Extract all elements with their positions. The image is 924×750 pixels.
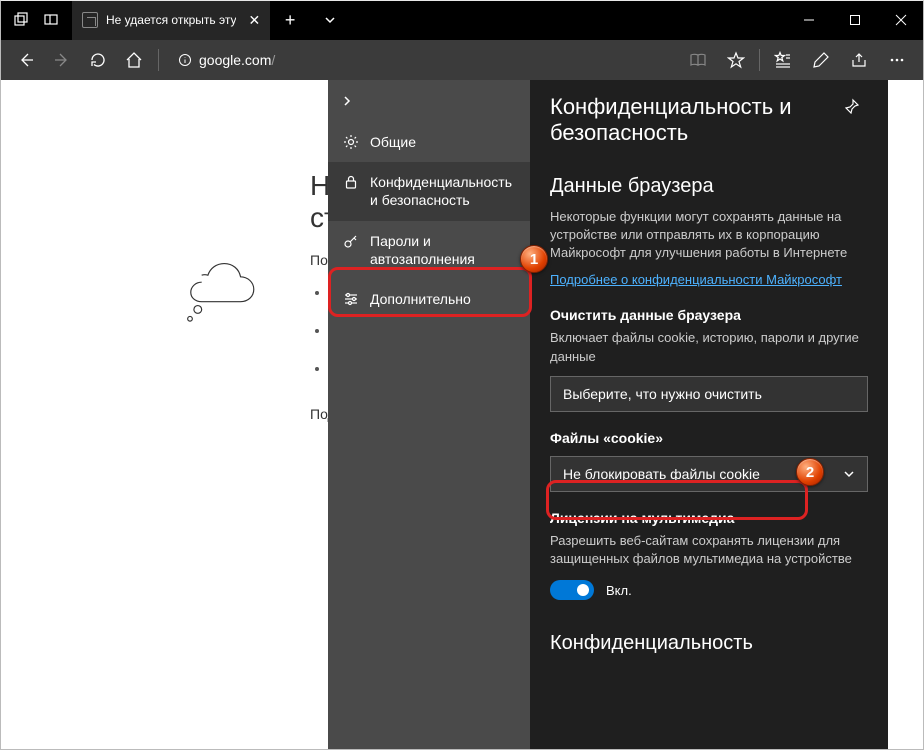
address-right <box>679 42 916 78</box>
settings-nav-privacy[interactable]: Конфиденциальность и безопасность <box>328 162 530 220</box>
settings-nav-label: Конфиденциальность и безопасность <box>370 173 518 209</box>
favorite-button[interactable] <box>717 42 755 78</box>
media-toggle[interactable]: Вкл. <box>550 580 868 600</box>
tab-close-button[interactable]: ✕ <box>248 12 260 29</box>
new-tab-button[interactable]: + <box>270 0 310 40</box>
minimize-button[interactable] <box>786 0 832 40</box>
url-path: / <box>271 52 275 68</box>
gear-icon <box>340 134 362 150</box>
tab-title: Не удается открыть эту <box>106 13 236 27</box>
page-error-icon <box>82 12 98 28</box>
media-text: Разрешить веб-сайтам сохранять лицензии … <box>550 532 868 568</box>
home-button[interactable] <box>116 42 152 78</box>
settings-nav-general[interactable]: Общие <box>328 122 530 162</box>
site-info-icon[interactable] <box>171 53 199 67</box>
clear-data-heading: Очистить данные браузера <box>550 307 868 323</box>
browser-data-text: Некоторые функции могут сохранять данные… <box>550 208 868 263</box>
toggle-label: Вкл. <box>606 583 632 598</box>
browser-data-heading: Данные браузера <box>550 175 868 198</box>
window-cascade-icon[interactable] <box>36 5 66 35</box>
url-input[interactable]: google.com/ <box>171 46 673 74</box>
favorites-list-icon[interactable] <box>764 42 802 78</box>
privacy-info-link[interactable]: Подробнее о конфиденциальности Майкрософ… <box>550 272 842 287</box>
browser-tab[interactable]: Не удается открыть эту ✕ <box>72 0 270 40</box>
chevron-down-icon <box>843 468 855 480</box>
separator <box>158 49 159 71</box>
window-titlebar: Не удается открыть эту ✕ + <box>0 0 924 40</box>
toggle-thumb <box>577 584 589 596</box>
privacy-heading: Конфиденциальность <box>550 632 868 655</box>
key-icon <box>340 233 362 249</box>
settings-nav-advanced[interactable]: Дополнительно <box>328 279 530 319</box>
settings-nav-panel: Общие Конфиденциальность и безопасность … <box>328 80 530 750</box>
clear-data-text: Включает файлы cookie, историю, пароли и… <box>550 329 868 365</box>
more-button[interactable] <box>878 42 916 78</box>
annotation-badge: 2 <box>796 458 824 486</box>
notes-icon[interactable] <box>802 42 840 78</box>
refresh-button[interactable] <box>80 42 116 78</box>
back-button[interactable] <box>8 42 44 78</box>
task-view-icon[interactable] <box>6 5 36 35</box>
content-area: Нестр Попр П В О Подр О Заявл Общие Конф… <box>0 80 924 750</box>
annotation-badge: 1 <box>520 245 548 273</box>
settings-nav-passwords[interactable]: Пароли и автозаполнения <box>328 221 530 279</box>
settings-panel-title: Конфиденциальность и безопасность <box>550 94 836 147</box>
settings-main-panel: Конфиденциальность и безопасность Данные… <box>530 80 888 750</box>
cookies-heading: Файлы «cookie» <box>550 430 868 446</box>
cookies-select-value: Не блокировать файлы cookie <box>563 466 760 482</box>
pin-button[interactable] <box>836 98 868 114</box>
maximize-button[interactable] <box>832 0 878 40</box>
separator <box>759 49 760 71</box>
address-bar: google.com/ <box>0 40 924 80</box>
titlebar-left <box>6 5 66 35</box>
forward-button[interactable] <box>44 42 80 78</box>
thought-cloud-icon <box>170 255 280 325</box>
settings-back-button[interactable] <box>328 80 530 122</box>
settings-nav-label: Дополнительно <box>370 290 471 308</box>
toggle-track <box>550 580 594 600</box>
url-host: google.com <box>199 52 271 68</box>
choose-clear-button[interactable]: Выберите, что нужно очистить <box>550 376 868 412</box>
tab-dropdown-button[interactable] <box>310 0 350 40</box>
reading-view-icon[interactable] <box>679 42 717 78</box>
share-icon[interactable] <box>840 42 878 78</box>
settings-nav-label: Общие <box>370 133 416 151</box>
window-controls <box>786 0 924 40</box>
sliders-icon <box>340 291 362 307</box>
lock-icon <box>340 174 362 190</box>
media-heading: Лицензии на мультимедиа <box>550 510 868 526</box>
close-window-button[interactable] <box>878 0 924 40</box>
settings-nav-label: Пароли и автозаполнения <box>370 232 518 268</box>
